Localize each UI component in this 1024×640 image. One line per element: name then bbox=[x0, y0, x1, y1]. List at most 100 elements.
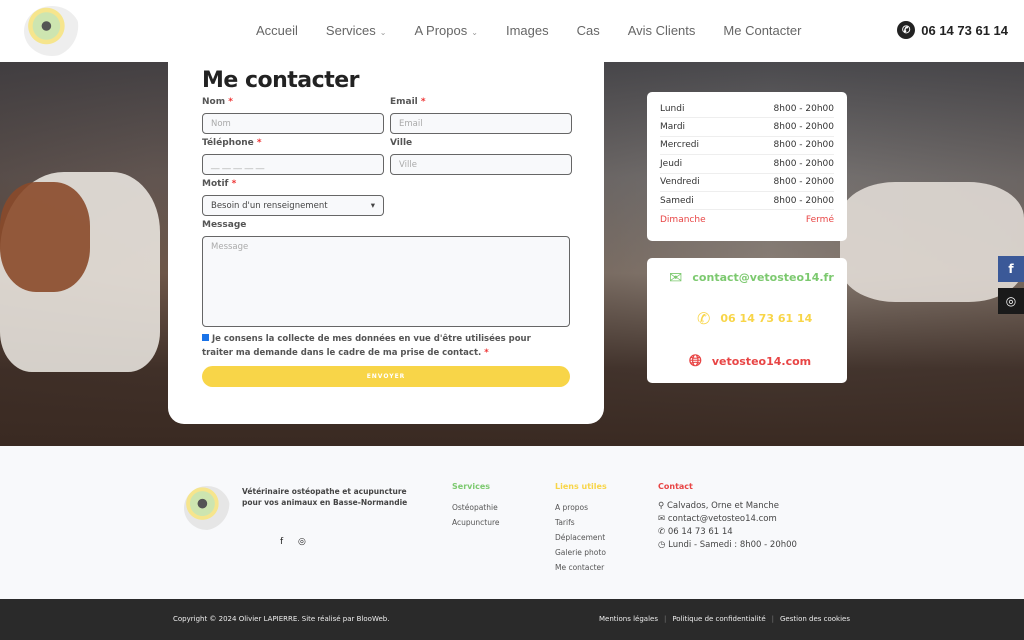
email-label-text: Email bbox=[390, 97, 418, 107]
nom-label-text: Nom bbox=[202, 97, 226, 107]
footer-links: Liens utiles A propos Tarifs Déplacement… bbox=[555, 482, 607, 578]
caret-down-icon: ▾ bbox=[370, 201, 375, 211]
footer-contact-text: 06 14 73 61 14 bbox=[667, 527, 733, 537]
facebook-icon[interactable]: f bbox=[280, 537, 283, 547]
footer-contact-item: ◷ Lundi - Samedi : 8h00 - 20h00 bbox=[658, 540, 797, 550]
email-label: Email * bbox=[390, 97, 572, 111]
footer-contact-title: Contact bbox=[658, 482, 693, 491]
hours-day: Mardi bbox=[660, 122, 686, 133]
footer-link[interactable]: A propos bbox=[555, 503, 607, 512]
footer-contact: Contact ⚲ Calvados, Orne et Manche ✉ con… bbox=[658, 482, 797, 553]
motif-label: Motif * bbox=[202, 179, 570, 193]
consent-checkbox-row[interactable]: Je consens la collecte de mes données en… bbox=[202, 332, 562, 360]
footer-link[interactable]: Acupuncture bbox=[452, 518, 500, 527]
ville-input[interactable]: Ville bbox=[390, 154, 572, 175]
cow-image bbox=[840, 182, 1024, 302]
nav-images[interactable]: Images bbox=[506, 23, 549, 38]
contact-phone-text: 06 14 73 61 14 bbox=[720, 312, 813, 325]
legal-link[interactable]: Politique de confidentialité bbox=[672, 615, 765, 623]
nav-contact[interactable]: Me Contacter bbox=[723, 23, 801, 38]
nav-accueil[interactable]: Accueil bbox=[256, 23, 298, 38]
hours-time: 8h00 - 20h00 bbox=[773, 177, 834, 188]
facebook-button[interactable]: f bbox=[998, 256, 1024, 282]
contact-email[interactable]: ✉ contact@vetosteo14.fr bbox=[669, 268, 834, 287]
footer-services: Services Ostéopathie Acupuncture bbox=[452, 482, 500, 533]
nav-cas[interactable]: Cas bbox=[577, 23, 600, 38]
hours-row: Dimanche Fermé bbox=[660, 210, 834, 228]
submit-button[interactable]: ENVOYER bbox=[202, 366, 570, 387]
hours-time: 8h00 - 20h00 bbox=[773, 195, 834, 206]
envelope-icon: ✉ bbox=[658, 514, 666, 524]
required-mark: * bbox=[256, 138, 262, 148]
divider: | bbox=[771, 615, 774, 623]
hours-day: Vendredi bbox=[660, 177, 700, 188]
hours-day: Mercredi bbox=[660, 140, 700, 151]
contact-card: ✉ contact@vetosteo14.fr ✆ 06 14 73 61 14 🌐… bbox=[647, 258, 847, 383]
hours-row: Vendredi 8h00 - 20h00 bbox=[660, 174, 834, 192]
globe-icon: 🌐︎ bbox=[689, 351, 702, 370]
contact-email-text: contact@vetosteo14.fr bbox=[692, 271, 834, 284]
contact-website-text: vetosteo14.com bbox=[711, 354, 812, 368]
nav-avis[interactable]: Avis Clients bbox=[628, 23, 696, 38]
hours-row: Mardi 8h00 - 20h00 bbox=[660, 118, 834, 137]
header-phone-number: 06 14 73 61 14 bbox=[921, 22, 1008, 38]
footer-contact-item: ⚲ Calvados, Orne et Manche bbox=[658, 501, 797, 511]
nav-services-label: Services bbox=[325, 23, 376, 38]
footer-link[interactable]: Galerie photo bbox=[555, 548, 607, 557]
instagram-icon: ◎ bbox=[1005, 294, 1017, 308]
hours-time: 8h00 - 20h00 bbox=[773, 122, 834, 133]
contact-phone[interactable]: ✆ 06 14 73 61 14 bbox=[697, 309, 812, 328]
instagram-button[interactable]: ◎ bbox=[998, 288, 1024, 314]
ville-label: Ville bbox=[390, 138, 413, 148]
consent-checkbox[interactable] bbox=[202, 334, 209, 341]
map-pin-icon: ⚲ bbox=[658, 501, 665, 511]
envelope-icon: ✉ bbox=[669, 268, 683, 287]
required-mark: * bbox=[420, 97, 426, 107]
footer-contact-text: contact@vetosteo14.com bbox=[667, 514, 777, 524]
footer-link[interactable]: Ostéopathie bbox=[452, 503, 500, 512]
motif-select[interactable]: Besoin d'un renseignement ▾ bbox=[202, 195, 384, 216]
clock-icon: ◷ bbox=[658, 540, 666, 550]
phone-icon: ✆ bbox=[897, 21, 916, 39]
chevron-down-icon: ⌄ bbox=[379, 28, 387, 37]
phone-icon: ✆ bbox=[697, 309, 711, 328]
footer-link[interactable]: Déplacement bbox=[555, 533, 607, 542]
hours-row: Jeudi 8h00 - 20h00 bbox=[660, 155, 834, 174]
hours-time: Fermé bbox=[805, 214, 834, 225]
header-phone[interactable]: ✆ 06 14 73 61 14 bbox=[897, 21, 1008, 39]
message-textarea[interactable]: Message bbox=[202, 236, 570, 327]
legal-links: Mentions légales | Politique de confident… bbox=[599, 615, 850, 623]
hours-day: Samedi bbox=[660, 195, 694, 206]
instagram-icon[interactable]: ◎ bbox=[298, 537, 306, 547]
nav-apropos[interactable]: A Propos ⌄ bbox=[414, 23, 477, 38]
legal-link[interactable]: Mentions légales bbox=[599, 615, 658, 623]
footer-link[interactable]: Tarifs bbox=[555, 518, 607, 527]
divider: | bbox=[663, 615, 667, 623]
copyright: Copyright © 2024 Olivier LAPIERRE. Site … bbox=[173, 615, 390, 623]
footer-contact-text: Lundi - Samedi : 8h00 - 20h00 bbox=[668, 540, 797, 550]
consent-text: Je consens la collecte de mes données en… bbox=[202, 334, 531, 358]
email-input[interactable]: Email bbox=[390, 113, 572, 134]
tel-input[interactable]: __ __ __ __ __ bbox=[202, 154, 384, 175]
tel-label: Téléphone * bbox=[202, 138, 384, 152]
tel-label-text: Téléphone bbox=[202, 138, 254, 148]
footer-link[interactable]: Me contacter bbox=[555, 563, 607, 572]
nom-label: Nom * bbox=[202, 97, 384, 111]
footer-contact-item[interactable]: ✉ contact@vetosteo14.com bbox=[658, 514, 797, 524]
contact-website[interactable]: 🌐︎ vetosteo14.com bbox=[689, 351, 811, 371]
main-nav: Accueil Services ⌄ A Propos ⌄ Images Cas A… bbox=[256, 23, 801, 38]
motif-value: Besoin d'un renseignement bbox=[211, 201, 328, 211]
site-logo[interactable] bbox=[24, 6, 80, 56]
footer-contact-item[interactable]: ✆ 06 14 73 61 14 bbox=[658, 527, 797, 537]
chevron-down-icon: ⌄ bbox=[471, 28, 478, 37]
footer-logo bbox=[184, 486, 230, 530]
hours-day: Jeudi bbox=[660, 158, 683, 169]
required-mark: * bbox=[231, 179, 237, 189]
hours-day: Lundi bbox=[660, 103, 685, 114]
nom-input[interactable]: Nom bbox=[202, 113, 384, 134]
footer-services-title: Services bbox=[452, 482, 491, 491]
legal-link[interactable]: Gestion des cookies bbox=[780, 615, 850, 623]
hours-row: Mercredi 8h00 - 20h00 bbox=[660, 137, 834, 156]
nav-services[interactable]: Services ⌄ bbox=[326, 23, 387, 38]
phone-icon: ✆ bbox=[658, 527, 666, 537]
